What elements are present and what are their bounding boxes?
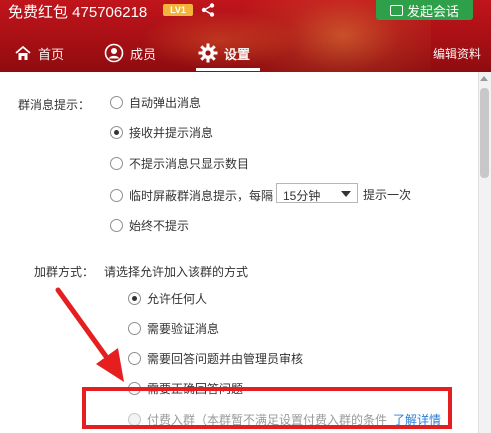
chat-icon [389, 4, 403, 16]
radio-require-verification[interactable]: 需要验证消息 [128, 320, 219, 337]
interval-select-value: 15分钟 [283, 189, 321, 203]
radio-receive-and-prompt[interactable]: 接收并提示消息 [110, 124, 213, 141]
radio-button[interactable] [110, 96, 123, 109]
option-label: 需要验证消息 [147, 322, 220, 336]
tab-members-label: 成员 [130, 46, 157, 62]
tab-settings[interactable]: 设置 [198, 36, 250, 70]
option-label: 不提示消息只显示数目 [129, 157, 250, 171]
tab-settings-label: 设置 [224, 46, 251, 62]
interval-select[interactable]: 15分钟 [276, 183, 358, 203]
option-label: 允许任何人 [147, 292, 208, 306]
interval-suffix: 提示一次 [363, 188, 412, 202]
group-title: 免费红包 475706218 [8, 4, 148, 21]
radio-button[interactable] [110, 157, 123, 170]
scrollbar-thumb[interactable] [480, 88, 489, 178]
option-label: 接收并提示消息 [129, 126, 214, 140]
gear-icon [198, 43, 218, 63]
level-badge: LV1 [163, 4, 193, 16]
share-icon[interactable] [200, 2, 216, 18]
edit-profile-link[interactable]: 编辑资料 [433, 36, 481, 70]
radio-count-only[interactable]: 不提示消息只显示数目 [110, 155, 249, 172]
tab-bar: 首页 成员 设置 编辑资料 [0, 36, 491, 70]
radio-button[interactable] [110, 219, 123, 232]
active-tab-indicator [196, 68, 260, 71]
tab-home[interactable]: 首页 [14, 36, 64, 70]
radio-temporary-mute[interactable]: 临时屏蔽群消息提示，每隔 [110, 187, 273, 204]
start-chat-button[interactable]: 发起会话 [376, 0, 473, 20]
group-header: 免费红包 475706218 LV1 发起会话 首页 成员 设置 编辑资料 [0, 0, 491, 72]
annotation-arrow-icon [55, 287, 124, 382]
tab-members[interactable]: 成员 [104, 36, 156, 70]
member-icon [104, 43, 124, 63]
tab-home-label: 首页 [38, 46, 65, 62]
radio-never-prompt[interactable]: 始终不提示 [110, 217, 189, 234]
start-chat-label: 发起会话 [406, 3, 459, 19]
scroll-up-arrow[interactable] [480, 76, 488, 81]
option-label: 始终不提示 [129, 219, 190, 233]
option-label: 临时屏蔽群消息提示，每隔 [129, 189, 274, 203]
radio-button[interactable] [110, 126, 123, 139]
radio-auto-popup[interactable]: 自动弹出消息 [110, 94, 201, 111]
message-prompt-label: 群消息提示： [18, 98, 91, 112]
radio-button[interactable] [110, 189, 123, 202]
annotation-highlight-box [82, 387, 452, 429]
edit-profile-label: 编辑资料 [432, 46, 481, 61]
option-label: 自动弹出消息 [129, 96, 202, 110]
radio-answer-and-admin-review[interactable]: 需要回答问题并由管理员审核 [128, 350, 303, 367]
option-label: 需要回答问题并由管理员审核 [147, 352, 304, 366]
chevron-down-icon [341, 191, 351, 197]
home-icon [15, 45, 31, 60]
